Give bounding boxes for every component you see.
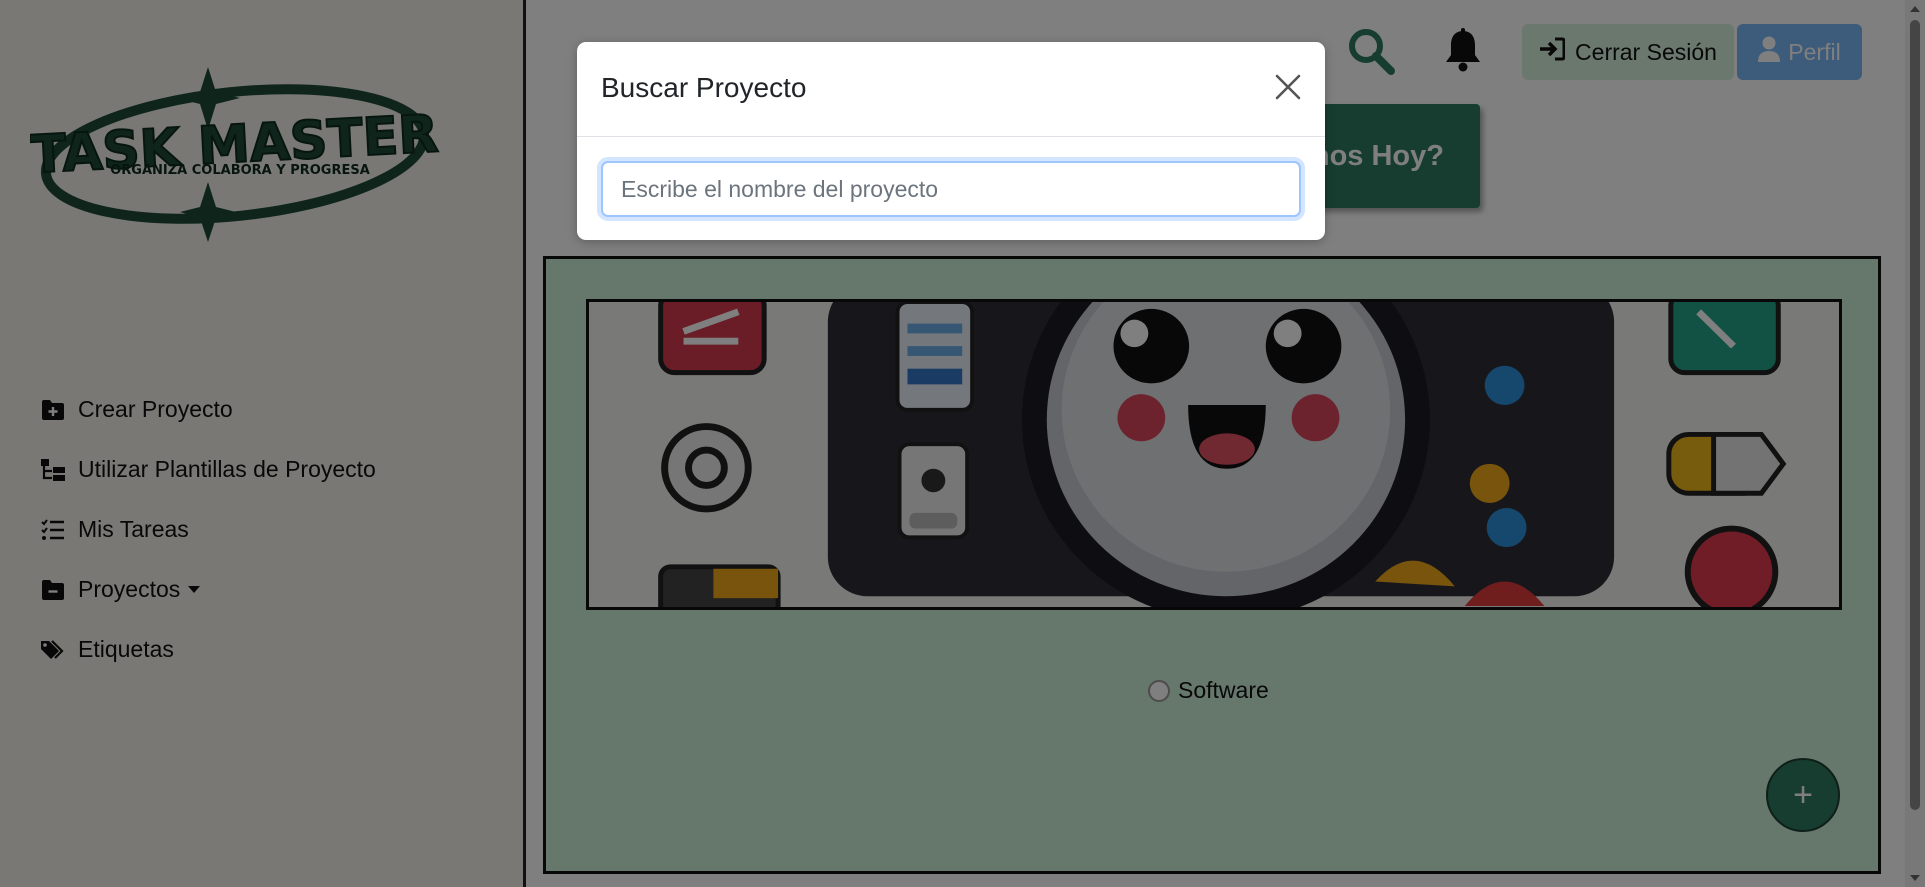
modal-header: Buscar Proyecto [577, 42, 1325, 137]
modal-title: Buscar Proyecto [601, 72, 807, 103]
project-search-input[interactable] [601, 161, 1301, 217]
close-icon[interactable] [1273, 72, 1303, 102]
search-project-modal: Buscar Proyecto [577, 42, 1325, 240]
